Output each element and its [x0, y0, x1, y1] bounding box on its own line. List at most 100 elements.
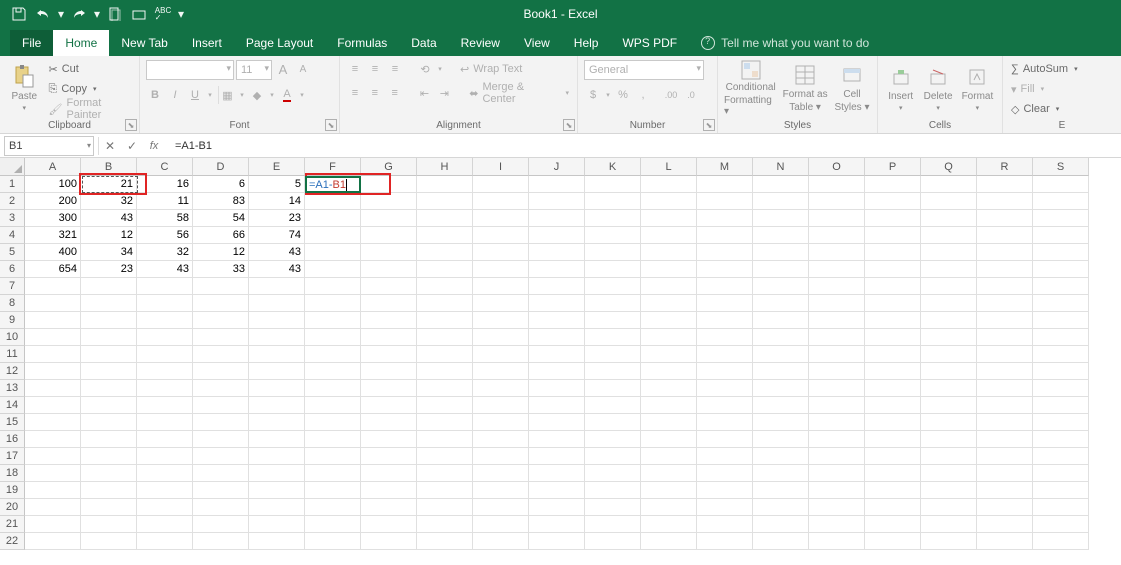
cell-M19[interactable] [697, 482, 753, 499]
cell-R12[interactable] [977, 363, 1033, 380]
cell-B8[interactable] [81, 295, 137, 312]
cell-E17[interactable] [249, 448, 305, 465]
cell-R8[interactable] [977, 295, 1033, 312]
cell-A16[interactable] [25, 431, 81, 448]
cell-D16[interactable] [193, 431, 249, 448]
orientation-dropdown-icon[interactable]: ▾ [436, 60, 444, 78]
cell-O13[interactable] [809, 380, 865, 397]
cell-O19[interactable] [809, 482, 865, 499]
cell-P17[interactable] [865, 448, 921, 465]
cell-B17[interactable] [81, 448, 137, 465]
cell-A22[interactable] [25, 533, 81, 550]
cell-P6[interactable] [865, 261, 921, 278]
cell-C8[interactable] [137, 295, 193, 312]
cell-P22[interactable] [865, 533, 921, 550]
cell-M21[interactable] [697, 516, 753, 533]
cell-S13[interactable] [1033, 380, 1089, 397]
cell-L12[interactable] [641, 363, 697, 380]
cell-Q8[interactable] [921, 295, 977, 312]
col-header-N[interactable]: N [753, 158, 809, 176]
col-header-L[interactable]: L [641, 158, 697, 176]
cell-M8[interactable] [697, 295, 753, 312]
cell-F17[interactable] [305, 448, 361, 465]
cell-F16[interactable] [305, 431, 361, 448]
cell-F6[interactable] [305, 261, 361, 278]
cell-K5[interactable] [585, 244, 641, 261]
cell-J7[interactable] [529, 278, 585, 295]
cell-J18[interactable] [529, 465, 585, 482]
cell-S20[interactable] [1033, 499, 1089, 516]
cell-B14[interactable] [81, 397, 137, 414]
row-header-15[interactable]: 15 [0, 414, 25, 431]
cell-K22[interactable] [585, 533, 641, 550]
cell-B1[interactable]: 21 [81, 176, 137, 193]
cell-H13[interactable] [417, 380, 473, 397]
cell-P21[interactable] [865, 516, 921, 533]
border-dropdown-icon[interactable]: ▾ [238, 86, 246, 104]
cell-F9[interactable] [305, 312, 361, 329]
cell-D7[interactable] [193, 278, 249, 295]
cell-H7[interactable] [417, 278, 473, 295]
cell-R13[interactable] [977, 380, 1033, 397]
cell-H14[interactable] [417, 397, 473, 414]
tab-data[interactable]: Data [399, 30, 448, 56]
cell-S19[interactable] [1033, 482, 1089, 499]
cell-B19[interactable] [81, 482, 137, 499]
cell-K8[interactable] [585, 295, 641, 312]
cell-P10[interactable] [865, 329, 921, 346]
cell-Q20[interactable] [921, 499, 977, 516]
align-center-icon[interactable]: ≡ [366, 84, 384, 102]
cell-N20[interactable] [753, 499, 809, 516]
cell-R1[interactable] [977, 176, 1033, 193]
cell-H22[interactable] [417, 533, 473, 550]
cell-I4[interactable] [473, 227, 529, 244]
cell-A19[interactable] [25, 482, 81, 499]
cell-R16[interactable] [977, 431, 1033, 448]
row-header-13[interactable]: 13 [0, 380, 25, 397]
cell-J3[interactable] [529, 210, 585, 227]
cell-G18[interactable] [361, 465, 417, 482]
cell-P8[interactable] [865, 295, 921, 312]
cell-L2[interactable] [641, 193, 697, 210]
cell-N3[interactable] [753, 210, 809, 227]
cell-J19[interactable] [529, 482, 585, 499]
delete-cells-button[interactable]: Delete▾ [921, 60, 954, 116]
insert-cells-button[interactable]: Insert▾ [884, 60, 917, 116]
cell-I9[interactable] [473, 312, 529, 329]
cell-P18[interactable] [865, 465, 921, 482]
cell-N13[interactable] [753, 380, 809, 397]
cell-B20[interactable] [81, 499, 137, 516]
col-header-E[interactable]: E [249, 158, 305, 176]
cell-D6[interactable]: 33 [193, 261, 249, 278]
cell-E4[interactable]: 74 [249, 227, 305, 244]
cell-F22[interactable] [305, 533, 361, 550]
cell-I10[interactable] [473, 329, 529, 346]
cell-F21[interactable] [305, 516, 361, 533]
cell-K9[interactable] [585, 312, 641, 329]
tab-page-layout[interactable]: Page Layout [234, 30, 325, 56]
cell-C11[interactable] [137, 346, 193, 363]
cell-N2[interactable] [753, 193, 809, 210]
cell-O1[interactable] [809, 176, 865, 193]
formula-input[interactable]: =A1-B1 [165, 140, 1121, 152]
cell-S11[interactable] [1033, 346, 1089, 363]
col-header-M[interactable]: M [697, 158, 753, 176]
row-header-14[interactable]: 14 [0, 397, 25, 414]
tab-insert[interactable]: Insert [180, 30, 234, 56]
cell-O14[interactable] [809, 397, 865, 414]
cell-F7[interactable] [305, 278, 361, 295]
cell-C18[interactable] [137, 465, 193, 482]
cell-R7[interactable] [977, 278, 1033, 295]
cell-E6[interactable]: 43 [249, 261, 305, 278]
row-header-6[interactable]: 6 [0, 261, 25, 278]
cell-L17[interactable] [641, 448, 697, 465]
cell-E19[interactable] [249, 482, 305, 499]
cell-R19[interactable] [977, 482, 1033, 499]
cell-E8[interactable] [249, 295, 305, 312]
cell-N22[interactable] [753, 533, 809, 550]
cell-K4[interactable] [585, 227, 641, 244]
cell-H19[interactable] [417, 482, 473, 499]
cell-G20[interactable] [361, 499, 417, 516]
cell-D9[interactable] [193, 312, 249, 329]
cell-S5[interactable] [1033, 244, 1089, 261]
